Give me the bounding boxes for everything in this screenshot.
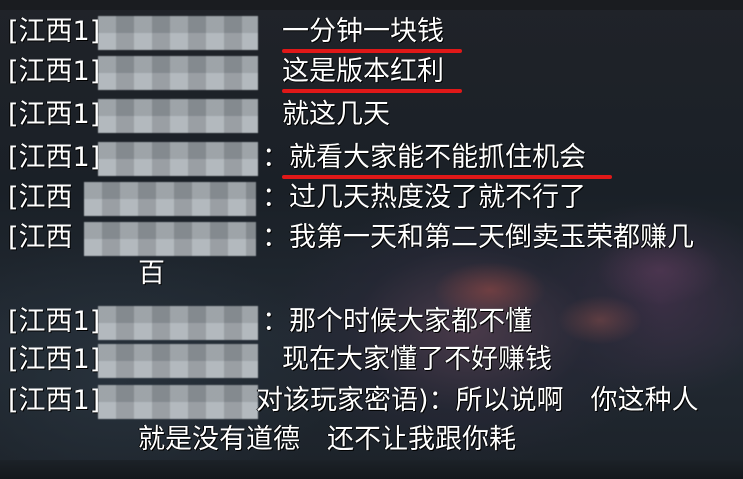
blurred-player-name (84, 182, 256, 216)
blurred-player-name (98, 56, 258, 90)
channel-prefix: [江西1] (8, 385, 101, 416)
chat-line: [江西1] 一分钟一块钱 (0, 12, 743, 53)
top-cut-line (0, 0, 743, 10)
chat-message: ：过几天热度没了就不行了 (262, 182, 586, 213)
blurred-player-name (98, 306, 258, 340)
channel-prefix: [江西1] (8, 99, 101, 130)
chat-message: 就这几天 (282, 99, 390, 130)
channel-prefix: [江西1] (8, 56, 101, 87)
chat-message: 这是版本红利 (282, 56, 444, 87)
blurred-player-name (98, 142, 258, 176)
blurred-player-name (98, 344, 258, 378)
channel-prefix: [江西 (8, 222, 73, 253)
channel-prefix: [江西1] (8, 16, 101, 47)
chat-message: 现在大家懂了不好赚钱 (282, 344, 552, 375)
chat-message: 一分钟一块钱 (282, 16, 444, 47)
chat-line: [江西 ：过几天热度没了就不行了 (0, 178, 743, 218)
blurred-player-name (84, 222, 256, 256)
chat-message: ：我第一天和第二天倒卖玉荣都赚几 (262, 222, 694, 253)
chat-line: [江西 ：我第一天和第二天倒卖玉荣都赚几 (0, 218, 743, 258)
chat-line: [江西1] 对该玩家密语)：所以说啊 你这种人 (0, 381, 743, 421)
channel-prefix: [江西 (8, 182, 73, 213)
chat-message: 对该玩家密语)：所以说啊 你这种人 (256, 385, 699, 416)
chat-line: [江西1] 就这几天 (0, 95, 743, 135)
blurred-player-name (98, 385, 258, 419)
chat-message: 就是没有道德 还不让我跟你耗 (138, 424, 516, 455)
bottom-bar (0, 460, 743, 479)
blurred-player-name (98, 99, 258, 133)
chat-line: [江西1] 这是版本红利 (0, 52, 743, 93)
chat-line-continued: 就是没有道德 还不让我跟你耗 (0, 420, 743, 460)
chat-message: 百 (138, 258, 165, 289)
channel-prefix: [江西1] (8, 306, 101, 337)
chat-message: ：那个时候大家都不懂 (262, 306, 532, 337)
channel-prefix: [江西1] (8, 142, 101, 173)
chat-message: ：就看大家能不能抓住机会 (262, 142, 586, 173)
chat-line-continued: 百 (0, 254, 743, 294)
chat-line: [江西1] ：那个时候大家都不懂 (0, 302, 743, 342)
red-underline (282, 89, 462, 93)
chat-panel: [江西1] 一分钟一块钱 [江西1] 这是版本红利 [江西1] 就这几天 [江西… (0, 0, 743, 479)
chat-line: [江西1] 现在大家懂了不好赚钱 (0, 340, 743, 380)
channel-prefix: [江西1] (8, 344, 101, 375)
blurred-player-name (98, 16, 258, 50)
chat-line: [江西1] ：就看大家能不能抓住机会 (0, 138, 743, 179)
